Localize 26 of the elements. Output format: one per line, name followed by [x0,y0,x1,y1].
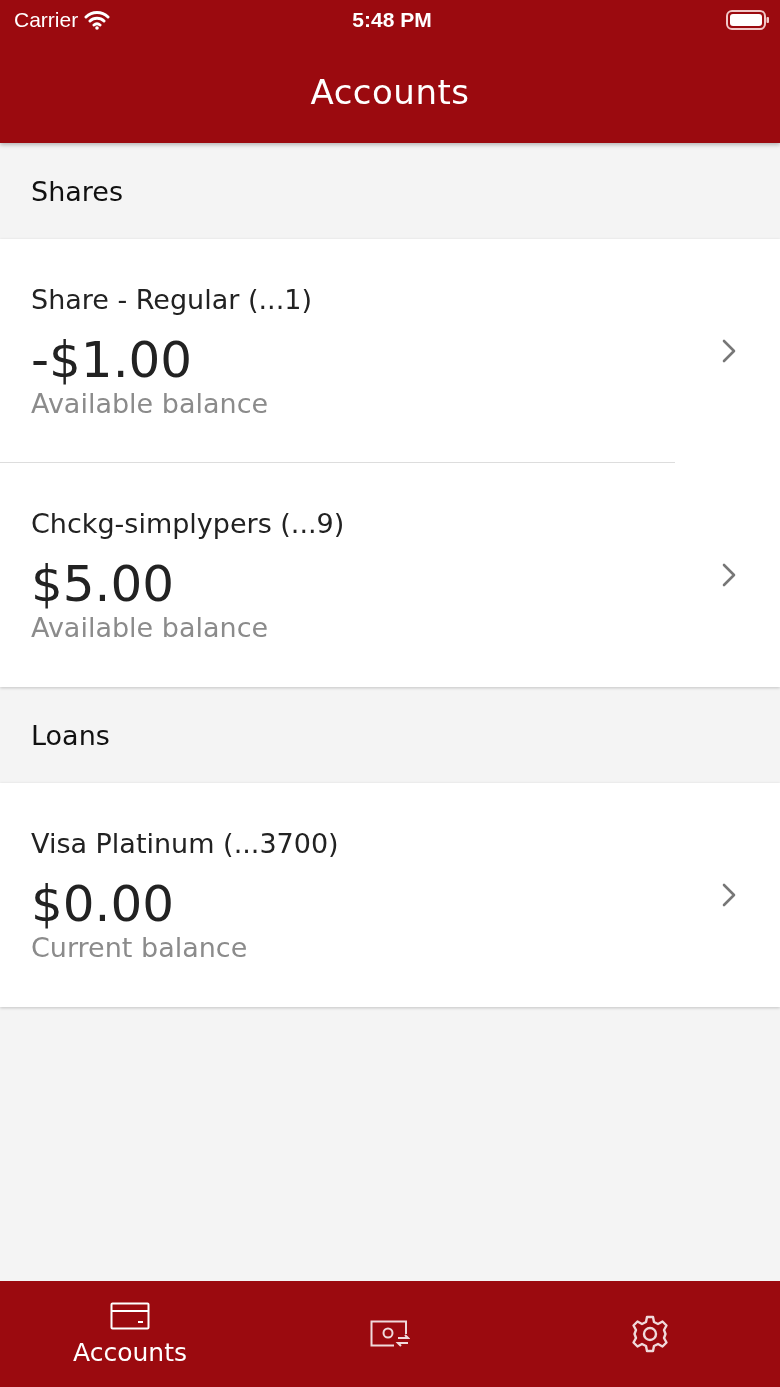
account-row[interactable]: Visa Platinum (...3700) $0.00 Current balance [0,783,780,1007]
chevron-right-icon [722,883,736,907]
money-transfer-icon [370,1320,410,1348]
account-row[interactable]: Share - Regular (...1) -$1.00 Available balance [0,239,780,463]
account-name: Visa Platinum (...3700) [31,827,339,859]
wifi-icon [84,10,111,30]
battery-icon [726,9,770,31]
account-balance: $0.00 [31,876,176,932]
account-row[interactable]: Chckg-simplypers (...9) $5.00 Available balance [0,463,780,687]
carrier-label: Carrier [14,8,79,32]
screen-title: Accounts [310,71,470,112]
balance-caption: Available balance [31,387,270,419]
card-icon [110,1301,150,1330]
balance-caption: Available balance [31,611,270,643]
chevron-right-icon [722,339,736,363]
account-balance: $5.00 [31,556,176,612]
section-title: Loans [31,719,110,751]
status-time: 5:48 PM [352,8,432,32]
chevron-right-icon [722,563,736,587]
balance-caption: Current balance [31,931,249,963]
settings-icon [630,1314,670,1354]
tab-item[interactable]: Accounts [0,1281,260,1387]
account-balance: -$1.00 [31,332,194,388]
account-name: Share - Regular (...1) [31,283,312,315]
section-title: Shares [31,175,123,207]
account-name: Chckg-simplypers (...9) [31,507,345,539]
